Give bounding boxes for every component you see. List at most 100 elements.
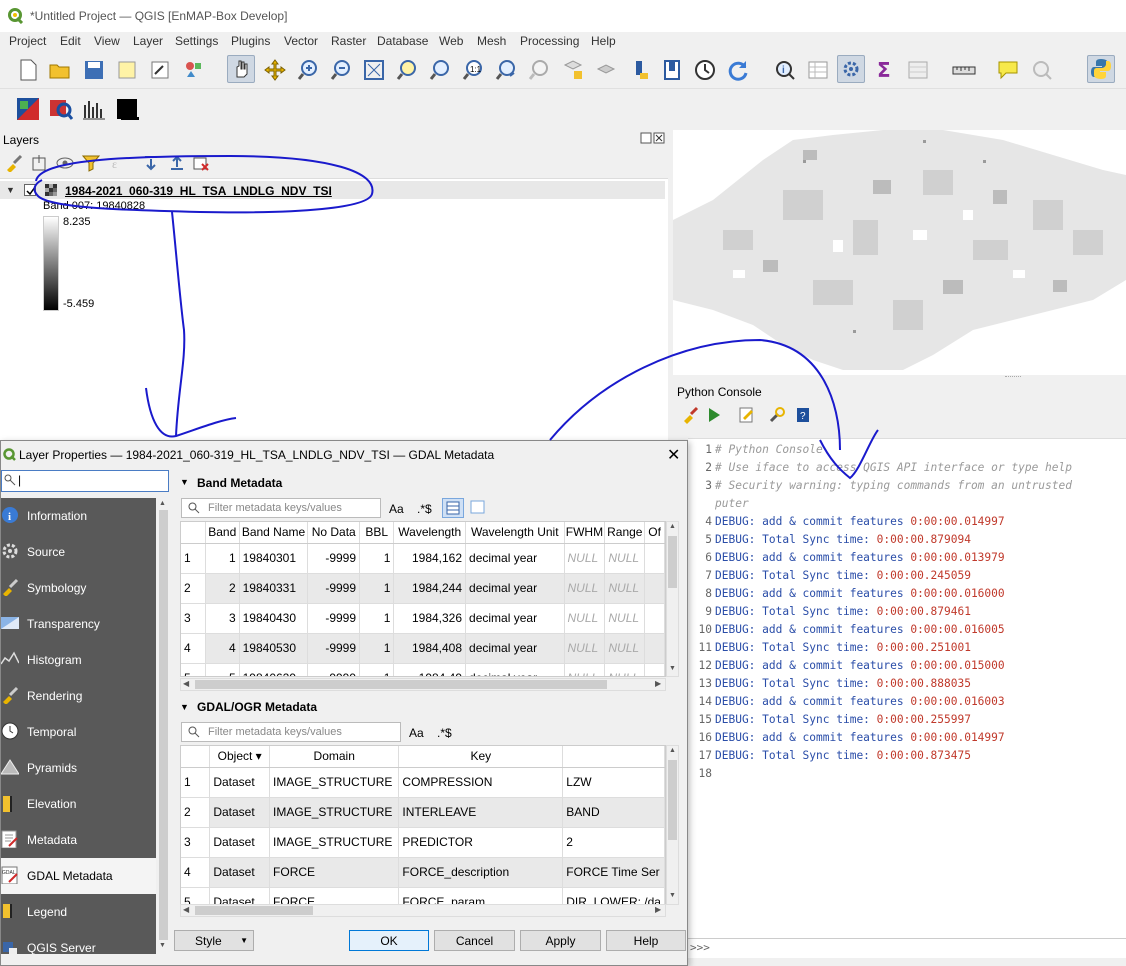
sidebar-item-source[interactable]: Source — [1, 534, 156, 570]
gdal-cell[interactable]: LZW — [562, 767, 665, 798]
band-cell[interactable]: 19840629 — [239, 663, 309, 676]
gdal-column-header[interactable]: Key — [398, 746, 564, 768]
table-row[interactable]: 2 2 19840331 -9999 1 1984,244 decimal year NULL… — [181, 573, 665, 604]
menu-mesh[interactable]: Mesh — [477, 34, 506, 48]
sidebar-item-temporal[interactable]: Temporal — [1, 714, 156, 750]
new-project-icon[interactable] — [14, 56, 42, 84]
zoom-full-icon[interactable] — [360, 56, 388, 84]
band-column-header[interactable]: Range — [604, 522, 646, 544]
band-cell[interactable]: NULL — [604, 633, 646, 664]
band-column-header[interactable]: No Data — [307, 522, 361, 544]
gdal-cell[interactable]: FORCE Time Ser — [562, 857, 665, 888]
map-canvas[interactable] — [673, 130, 1126, 375]
band-cell[interactable]: 19840331 — [239, 573, 309, 604]
band-cell[interactable]: 1 — [359, 633, 395, 664]
band-cell[interactable]: NULL — [564, 543, 606, 574]
menu-database[interactable]: Database — [377, 34, 428, 48]
band-cell[interactable]: 3 — [205, 603, 240, 634]
band-cell[interactable]: NULL — [604, 603, 646, 634]
new-print-layout-icon[interactable] — [113, 56, 141, 84]
spatial-bookmark-icon[interactable] — [658, 56, 686, 84]
ok-button[interactable]: OK — [349, 930, 429, 951]
zoom-next-icon[interactable] — [525, 56, 553, 84]
menu-layer[interactable]: Layer — [133, 34, 163, 48]
remove-layer-icon[interactable] — [190, 152, 212, 174]
menu-settings[interactable]: Settings — [175, 34, 218, 48]
enmap-box-icon[interactable] — [14, 95, 42, 123]
menu-processing[interactable]: Processing — [520, 34, 579, 48]
gdal-cell[interactable]: Dataset — [209, 887, 271, 904]
table-row[interactable]: 4 Dataset FORCE FORCE_description FORCE Time… — [181, 857, 665, 888]
sidebar-item-metadata[interactable]: Metadata — [1, 822, 156, 858]
pan-to-selection-icon[interactable] — [261, 56, 289, 84]
zoom-in-icon[interactable] — [294, 56, 322, 84]
help-button[interactable]: Help — [606, 930, 686, 951]
processing-toolbox-icon[interactable] — [837, 55, 865, 83]
gdal-cell[interactable]: Dataset — [209, 797, 271, 828]
layer-name[interactable]: 1984-2021_060-319_HL_TSA_LNDLG_NDV_TSI — [65, 184, 332, 198]
sidebar-item-histogram[interactable]: Histogram — [1, 642, 156, 678]
table-row[interactable]: 1 Dataset IMAGE_STRUCTURE COMPRESSION LZW — [181, 767, 665, 798]
gdal-cell[interactable]: Dataset — [209, 827, 271, 858]
band-case-sensitive-toggle[interactable]: Aa — [389, 502, 404, 516]
sidebar-search-input[interactable]: | — [1, 470, 169, 492]
band-cell[interactable]: 1 — [359, 573, 395, 604]
band-column-header[interactable] — [181, 522, 206, 544]
sidebar-item-pyramids[interactable]: Pyramids — [1, 750, 156, 786]
statistics-sigma-icon[interactable]: Σ — [870, 56, 898, 84]
refresh-icon[interactable] — [724, 56, 752, 84]
menu-vector[interactable]: Vector — [284, 34, 318, 48]
field-calculator-icon[interactable] — [904, 56, 932, 84]
table-row[interactable]: 5519840629-999911984,49decimal yearNULLN… — [181, 663, 665, 676]
expand-arrow-icon[interactable]: ▼ — [6, 185, 15, 195]
gdal-cell[interactable]: INTERLEAVE — [398, 797, 564, 828]
band-column-header[interactable]: BBL — [359, 522, 395, 544]
panel-float-close-icon[interactable] — [640, 132, 666, 144]
band-cell[interactable]: NULL — [564, 573, 606, 604]
python-console-prompt[interactable]: >>> — [688, 938, 1126, 958]
gdal-cell[interactable]: COMPRESSION — [398, 767, 564, 798]
gdal-table-hscroll[interactable]: ◀ ▶ — [180, 904, 666, 917]
identify-features-icon[interactable]: i — [771, 56, 799, 84]
locator-search-icon[interactable] — [1028, 56, 1056, 84]
zoom-native-icon[interactable]: 1:1 — [459, 56, 487, 84]
band-cell[interactable]: 2 — [181, 573, 206, 604]
python-console-icon[interactable] — [1087, 55, 1115, 83]
band-cell[interactable]: NULL — [564, 663, 606, 676]
band-cell[interactable]: 1984,326 — [393, 603, 467, 634]
band-cell[interactable]: -9999 — [307, 633, 361, 664]
style-manager-icon[interactable] — [180, 56, 208, 84]
menu-web[interactable]: Web — [439, 34, 463, 48]
gdal-section-collapse-icon[interactable]: ▼ — [180, 702, 189, 712]
band-cell[interactable]: NULL — [564, 633, 606, 664]
gdal-regex-toggle[interactable]: .*$ — [437, 726, 452, 740]
band-cell[interactable]: 5 — [205, 663, 240, 676]
visibility-eye-icon[interactable] — [53, 152, 79, 174]
gdal-cell[interactable]: FORCE — [269, 887, 400, 904]
band-cell[interactable]: NULL — [604, 663, 646, 676]
layer-visibility-checkbox[interactable] — [24, 184, 36, 196]
map-tips-icon[interactable] — [994, 56, 1022, 84]
band-cell[interactable]: 5 — [181, 663, 206, 676]
band-cell[interactable]: 1 — [359, 543, 395, 574]
gdal-cell[interactable]: FORCE_param — [398, 887, 564, 904]
gdal-case-sensitive-toggle[interactable]: Aa — [409, 726, 424, 740]
gdal-cell[interactable]: Dataset — [209, 767, 271, 798]
band-column-header[interactable]: Band — [205, 522, 240, 544]
measure-line-icon[interactable] — [950, 56, 978, 84]
gdal-cell[interactable]: IMAGE_STRUCTURE — [269, 797, 400, 828]
attribute-table-icon[interactable] — [804, 56, 832, 84]
band-cell[interactable]: 1 — [181, 543, 206, 574]
splitter-handle[interactable] — [1005, 376, 1021, 379]
clock-icon[interactable] — [691, 56, 719, 84]
gdal-cell[interactable]: 3 — [181, 827, 211, 858]
zoom-last-icon[interactable] — [492, 56, 520, 84]
cancel-button[interactable]: Cancel — [434, 930, 515, 951]
band-cell[interactable]: 1984,244 — [393, 573, 467, 604]
dialog-close-icon[interactable]: ✕ — [667, 445, 680, 465]
band-filter-input[interactable]: Filter metadata keys/values — [181, 498, 381, 518]
table-row[interactable]: 3 Dataset IMAGE_STRUCTURE PREDICTOR 2 — [181, 827, 665, 858]
band-cell[interactable]: NULL — [564, 603, 606, 634]
gdal-cell[interactable]: BAND — [562, 797, 665, 828]
table-row[interactable]: 4 4 19840530 -9999 1 1984,408 decimal year NULL… — [181, 633, 665, 664]
